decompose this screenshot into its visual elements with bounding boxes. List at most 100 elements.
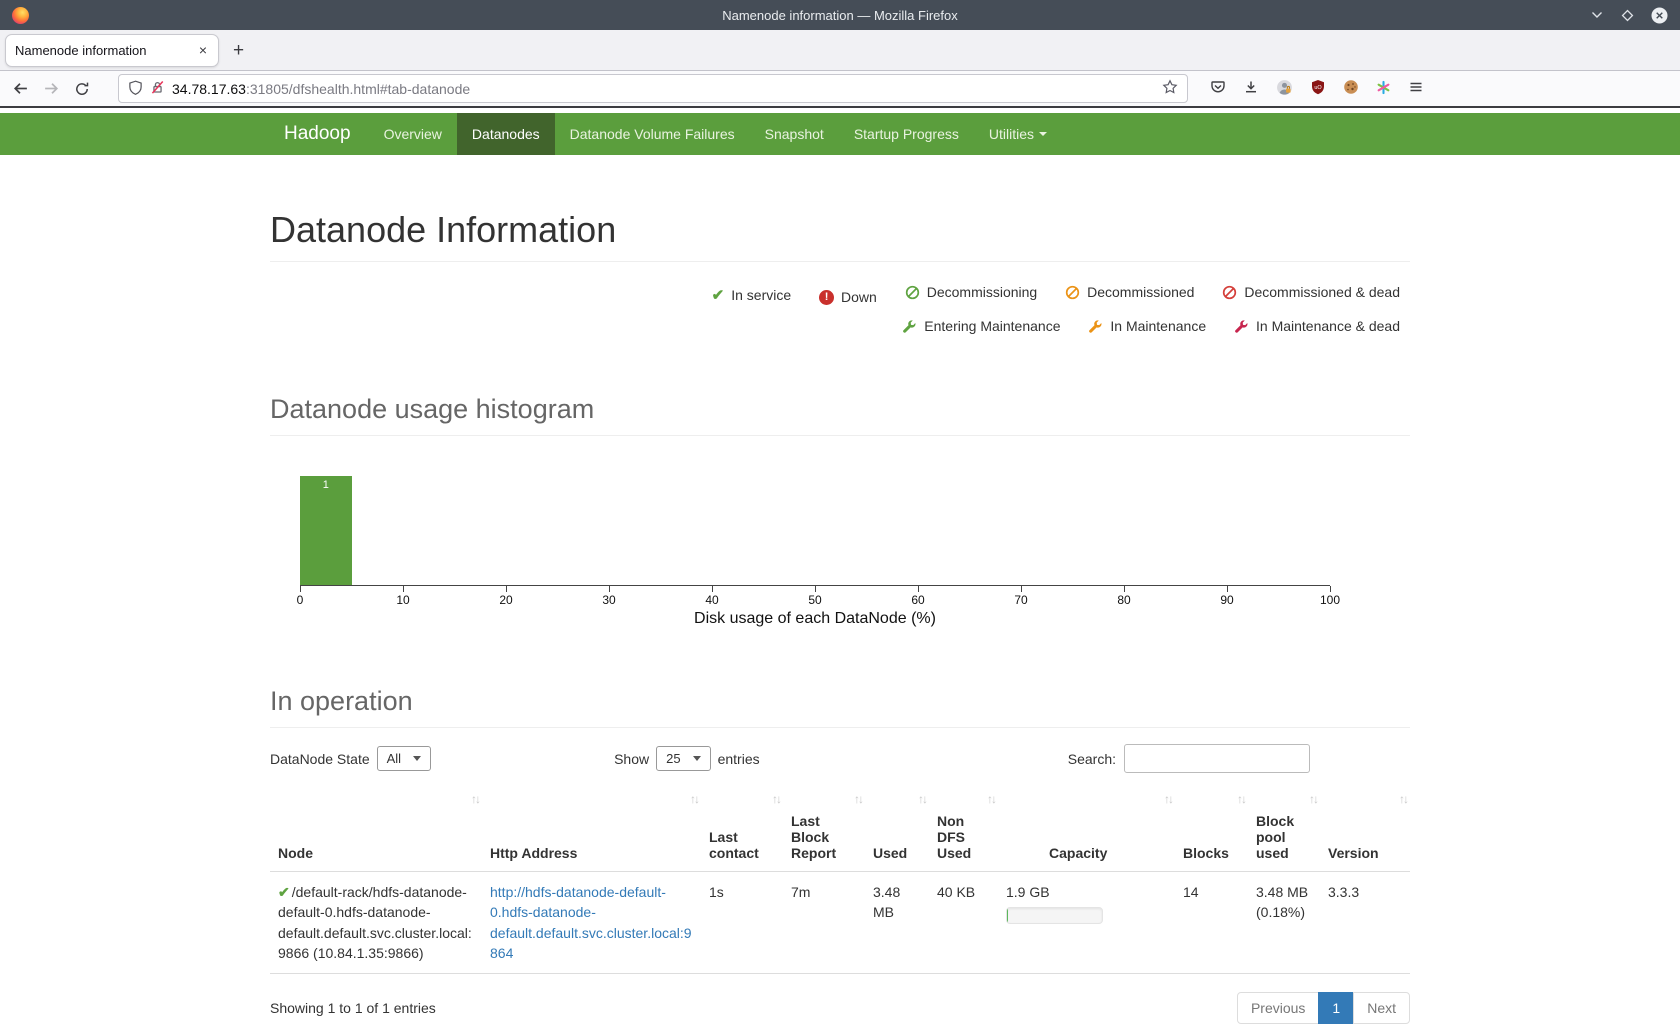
nav-item-datanodes[interactable]: Datanodes bbox=[457, 113, 555, 155]
firefox-icon bbox=[12, 7, 29, 24]
window-minimize-icon[interactable] bbox=[1590, 8, 1604, 22]
datanode-state-legend: ✔In service !Down Decommissioning Decomm… bbox=[270, 278, 1400, 344]
insecure-lock-icon[interactable] bbox=[150, 80, 165, 98]
datanode-http-link[interactable]: http://hdfs-datanode-default-0.hdfs-data… bbox=[490, 884, 692, 961]
capacity-progress-bar bbox=[1006, 907, 1103, 924]
sort-icon[interactable]: ↑↓ bbox=[1164, 792, 1172, 806]
datanode-state-select[interactable]: All bbox=[377, 746, 431, 771]
legend-entering-maintenance: Entering Maintenance bbox=[902, 312, 1060, 341]
back-icon[interactable] bbox=[12, 80, 29, 97]
sort-icon[interactable]: ↑↓ bbox=[1309, 792, 1317, 806]
check-icon: ✔ bbox=[712, 281, 725, 310]
forward-icon[interactable] bbox=[43, 80, 60, 97]
nav-item-overview[interactable]: Overview bbox=[369, 113, 457, 155]
ban-circle-icon bbox=[1222, 285, 1237, 300]
col-http-address[interactable]: Http Address↑↓ bbox=[482, 787, 701, 872]
search-input[interactable] bbox=[1124, 744, 1310, 773]
bookmark-star-icon[interactable] bbox=[1162, 79, 1178, 98]
check-icon: ✔ bbox=[278, 884, 290, 900]
cell-blocks: 14 bbox=[1175, 872, 1248, 974]
histogram-x-axis-label: Disk usage of each DataNode (%) bbox=[300, 610, 1330, 628]
axis-tick-label: 50 bbox=[808, 593, 821, 607]
divider bbox=[270, 435, 1410, 436]
sort-icon[interactable]: ↑↓ bbox=[690, 792, 698, 806]
account-extension-icon[interactable] bbox=[1276, 79, 1293, 99]
col-last-block-report[interactable]: Last Block Report↑↓ bbox=[783, 787, 865, 872]
sort-icon[interactable]: ↑↓ bbox=[471, 792, 479, 806]
table-row: ✔/default-rack/hdfs-datanode-default-0.h… bbox=[270, 872, 1410, 974]
legend-down: !Down bbox=[819, 283, 877, 312]
showing-entries-text: Showing 1 to 1 of 1 entries bbox=[270, 1000, 436, 1016]
entries-select[interactable]: 25 bbox=[656, 746, 710, 771]
url-bar[interactable]: 34.78.17.63:31805/dfshealth.html#tab-dat… bbox=[118, 74, 1188, 103]
new-tab-button[interactable]: + bbox=[233, 41, 244, 60]
col-last-contact[interactable]: Last contact↑↓ bbox=[701, 787, 783, 872]
sort-icon[interactable]: ↑↓ bbox=[987, 792, 995, 806]
download-icon[interactable] bbox=[1243, 79, 1259, 98]
axis-tick bbox=[1021, 586, 1022, 592]
nav-item-utilities[interactable]: Utilities bbox=[974, 113, 1062, 155]
cell-block-pool-used: 3.48 MB (0.18%) bbox=[1248, 872, 1320, 974]
pagination-previous[interactable]: Previous bbox=[1237, 992, 1319, 1024]
pocket-icon[interactable] bbox=[1210, 79, 1226, 98]
histogram-bar-value: 1 bbox=[300, 476, 352, 491]
cookie-extension-icon[interactable] bbox=[1343, 79, 1359, 98]
sort-icon[interactable]: ↑↓ bbox=[1399, 792, 1407, 806]
axis-tick-label: 60 bbox=[911, 593, 924, 607]
ban-circle-icon bbox=[1065, 285, 1080, 300]
table-controls: DataNode State All Show 25 entries Searc… bbox=[270, 744, 1410, 773]
legend-in-maintenance: In Maintenance bbox=[1088, 312, 1206, 341]
tab-close-icon[interactable]: × bbox=[197, 42, 209, 58]
divider bbox=[270, 727, 1410, 728]
histogram-bar: 1 bbox=[300, 476, 352, 585]
col-node[interactable]: Node↑↓ bbox=[270, 787, 482, 872]
entries-label: entries bbox=[718, 751, 760, 767]
cell-version: 3.3.3 bbox=[1320, 872, 1410, 974]
url-text[interactable]: 34.78.17.63:31805/dfshealth.html#tab-dat… bbox=[172, 81, 1155, 97]
axis-tick bbox=[403, 586, 404, 592]
url-path: :31805/dfshealth.html#tab-datanode bbox=[246, 81, 470, 97]
axis-tick bbox=[918, 586, 919, 592]
pagination-next[interactable]: Next bbox=[1353, 992, 1410, 1024]
nav-item-snapshot[interactable]: Snapshot bbox=[750, 113, 839, 155]
col-capacity[interactable]: Capacity↑↓ bbox=[998, 787, 1175, 872]
col-non-dfs-used[interactable]: Non DFS Used↑↓ bbox=[929, 787, 998, 872]
col-version[interactable]: Version↑↓ bbox=[1320, 787, 1410, 872]
cell-last-block-report: 7m bbox=[783, 872, 865, 974]
reload-icon[interactable] bbox=[74, 81, 90, 97]
col-block-pool-used[interactable]: Block pool used↑↓ bbox=[1248, 787, 1320, 872]
cell-capacity: 1.9 GB bbox=[998, 872, 1175, 974]
sort-icon[interactable]: ↑↓ bbox=[918, 792, 926, 806]
legend-decommissioned-dead: Decommissioned & dead bbox=[1222, 278, 1400, 307]
tracking-shield-icon[interactable] bbox=[128, 80, 143, 98]
menu-icon[interactable] bbox=[1408, 79, 1424, 98]
axis-tick-label: 30 bbox=[602, 593, 615, 607]
axis-tick-label: 90 bbox=[1220, 593, 1233, 607]
datanode-table: Node↑↓ Http Address↑↓ Last contact↑↓ Las… bbox=[270, 787, 1410, 974]
cell-last-contact: 1s bbox=[701, 872, 783, 974]
svg-text:uO: uO bbox=[1314, 85, 1322, 91]
nav-item-datanode-volume-failures[interactable]: Datanode Volume Failures bbox=[555, 113, 750, 155]
wrench-icon bbox=[1234, 319, 1249, 334]
asterisk-extension-icon[interactable] bbox=[1376, 80, 1391, 98]
exclamation-circle-icon: ! bbox=[819, 290, 834, 305]
navbar-brand-hadoop[interactable]: Hadoop bbox=[270, 113, 369, 155]
col-used[interactable]: Used↑↓ bbox=[865, 787, 929, 872]
sort-icon[interactable]: ↑↓ bbox=[1237, 792, 1245, 806]
nav-item-startup-progress[interactable]: Startup Progress bbox=[839, 113, 974, 155]
window-maximize-icon[interactable] bbox=[1620, 8, 1635, 23]
ban-circle-icon bbox=[905, 285, 920, 300]
col-blocks[interactable]: Blocks↑↓ bbox=[1175, 787, 1248, 872]
sort-icon[interactable]: ↑↓ bbox=[854, 792, 862, 806]
axis-tick-label: 40 bbox=[705, 593, 718, 607]
usage-histogram: 1 0102030405060708090100 Disk usage of e… bbox=[270, 446, 1410, 628]
ublock-extension-icon[interactable]: uO bbox=[1310, 79, 1326, 98]
window-close-icon[interactable] bbox=[1651, 7, 1668, 24]
axis-tick-label: 0 bbox=[297, 593, 304, 607]
pagination-page-1[interactable]: 1 bbox=[1318, 992, 1354, 1024]
tab-title: Namenode information bbox=[15, 43, 191, 58]
divider bbox=[270, 261, 1410, 262]
browser-tab[interactable]: Namenode information × bbox=[5, 34, 219, 67]
sort-icon[interactable]: ↑↓ bbox=[772, 792, 780, 806]
page-title: Datanode Information bbox=[270, 209, 1410, 251]
